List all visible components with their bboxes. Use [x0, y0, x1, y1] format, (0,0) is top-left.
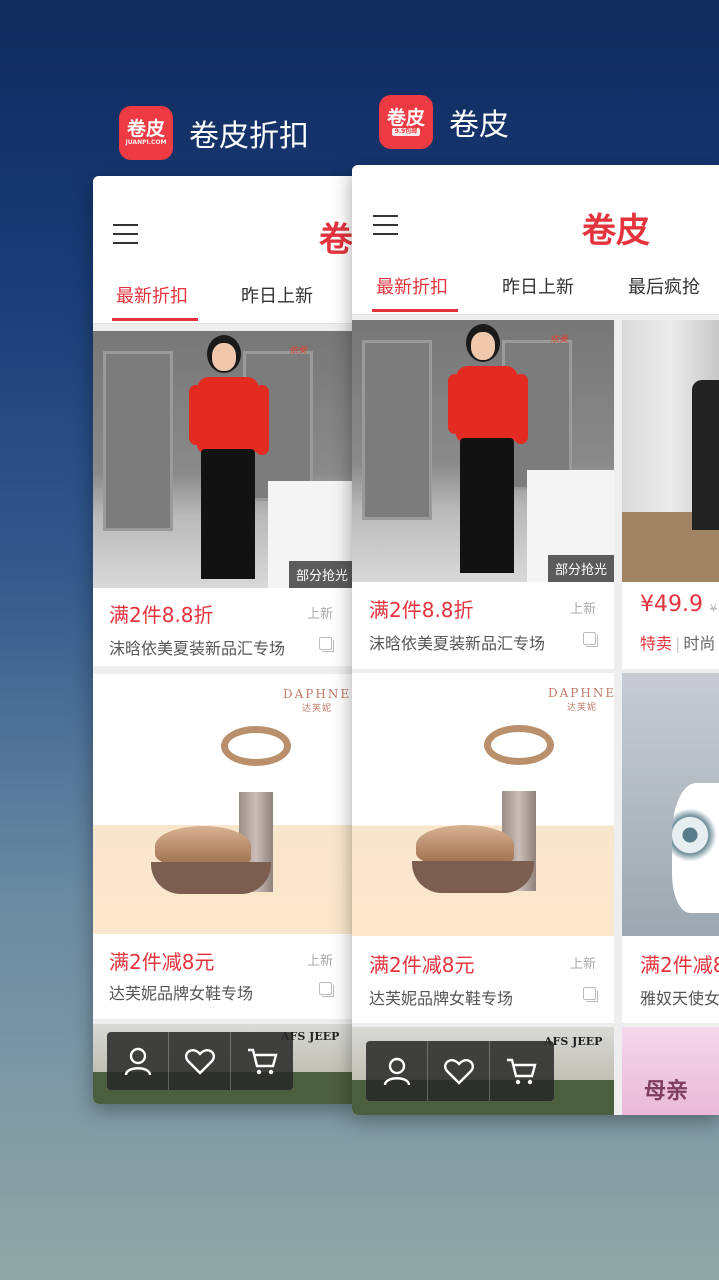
copy-icon[interactable]: [583, 987, 598, 1002]
promo-text: 满2件减8元: [109, 950, 215, 974]
app-name: 卷皮折扣: [189, 119, 309, 154]
tab-bar: 最新折扣 昨日上新: [93, 266, 355, 324]
tab-last-rush[interactable]: 最后疯抢: [628, 273, 700, 299]
product-image-woman-red-top[interactable]: 依美 部分抢光: [352, 320, 614, 582]
brand-stamp: 依美: [289, 346, 308, 356]
promo-text: 满2件8.8折: [369, 598, 474, 622]
copy-icon[interactable]: [319, 982, 334, 997]
new-label: 上新: [307, 607, 334, 622]
sold-out-badge: 部分抢光: [547, 555, 614, 582]
product-tile[interactable]: 母亲: [622, 1027, 719, 1115]
cart-button[interactable]: [231, 1032, 293, 1090]
juanpi-app-icon[interactable]: 卷皮 9.9包邮: [379, 95, 433, 149]
right-app-card[interactable]: 卷皮 最新折扣 昨日上新 最后疯抢 依美 部分抢光 满2件8.8折 上新 沫晗依…: [352, 165, 719, 1115]
left-app-header[interactable]: 卷皮 JUANPI.COM 卷皮折扣: [119, 106, 309, 160]
menu-icon[interactable]: [113, 224, 138, 244]
cart-icon: [507, 1058, 537, 1085]
product-title: 沫晗依美夏装新品汇专场: [369, 634, 546, 653]
bottom-action-bar: [366, 1041, 554, 1101]
promo-text: 满2件8.8折: [109, 603, 214, 627]
top-bar: 卷: [93, 176, 355, 266]
heart-icon: [443, 1059, 474, 1085]
product-tags: 特卖 | 时尚: [640, 634, 716, 653]
app-icon-text: 卷皮: [386, 107, 425, 129]
heart-icon: [184, 1049, 215, 1075]
right-app-header[interactable]: 卷皮 9.9包邮 卷皮: [379, 95, 509, 149]
brand-mark: DAPHNE 达芙妮: [548, 686, 614, 714]
bottom-action-bar: [107, 1032, 293, 1090]
new-label: 上新: [570, 602, 597, 617]
brand-stamp: 依美: [550, 335, 569, 345]
profile-button[interactable]: [107, 1032, 169, 1090]
app-icon-subtext: JUANPI.COM: [125, 139, 167, 146]
cart-icon: [248, 1048, 278, 1075]
cart-button[interactable]: [490, 1041, 552, 1101]
user-icon: [383, 1057, 410, 1086]
app-icon-text: 卷皮: [126, 118, 165, 140]
left-app-card[interactable]: 卷 最新折扣 昨日上新 依美 部分抢光 满2件8.8折 上新 沫晗依美夏装新品汇…: [93, 176, 355, 1104]
promo-text: 满2件减8: [640, 953, 719, 977]
app-name: 卷皮: [449, 108, 509, 143]
product-price: ¥49.9: [640, 592, 703, 617]
product-image-woman-red-top[interactable]: 依美 部分抢光: [93, 331, 355, 588]
menu-icon[interactable]: [373, 215, 398, 235]
product-tile[interactable]: DAPHNE 达芙妮 满2件减8元 上新 达芙妮品牌女鞋专场: [352, 673, 614, 1023]
favorites-button[interactable]: [428, 1041, 490, 1101]
product-title: 沫晗依美夏装新品汇专场: [109, 639, 286, 658]
top-bar: 卷皮: [352, 165, 719, 257]
product-title: 雅奴天使女: [640, 989, 719, 1008]
copy-icon[interactable]: [583, 632, 598, 647]
product-tile[interactable]: DAPHNE 达芙妮 满2件减8元 上新 达芙妮品牌女鞋专场: [93, 674, 355, 1019]
product-image-high-heel-sandal[interactable]: DAPHNE 达芙妮: [352, 673, 614, 936]
tab-yesterday-new[interactable]: 昨日上新: [502, 273, 574, 299]
brand-logo: 卷: [319, 220, 353, 260]
user-icon: [124, 1047, 151, 1076]
copy-icon[interactable]: [319, 637, 334, 652]
product-title: 达芙妮品牌女鞋专场: [109, 984, 254, 1003]
brand-mark: DAPHNE 达芙妮: [283, 687, 352, 715]
new-label: 上新: [570, 957, 597, 972]
product-tile[interactable]: 满2件减8 雅奴天使女: [622, 673, 719, 1023]
brand-logo: 卷皮: [582, 211, 650, 251]
tab-yesterday-new[interactable]: 昨日上新: [241, 282, 313, 308]
product-tile[interactable]: 依美 部分抢光 满2件8.8折 上新 沫晗依美夏装新品汇专场: [93, 331, 355, 666]
new-label: 上新: [307, 954, 334, 969]
favorites-button[interactable]: [169, 1032, 231, 1090]
product-title: 达芙妮品牌女鞋专场: [369, 989, 514, 1008]
product-image-high-heel-sandal[interactable]: DAPHNE 达芙妮: [93, 674, 355, 934]
product-image-floral-dress[interactable]: [622, 673, 719, 936]
app-icon-subtext: 9.9包邮: [391, 128, 421, 136]
active-tab-underline: [112, 318, 198, 321]
sold-out-badge: 部分抢光: [288, 561, 355, 588]
tab-latest-discount[interactable]: 最新折扣: [376, 273, 448, 299]
product-image-store[interactable]: [622, 320, 719, 582]
tab-bar: 最新折扣 昨日上新 最后疯抢: [352, 257, 719, 315]
promo-text: 满2件减8元: [369, 953, 475, 977]
original-price: ¥: [710, 602, 717, 615]
profile-button[interactable]: [366, 1041, 428, 1101]
juanpi-discount-app-icon[interactable]: 卷皮 JUANPI.COM: [119, 106, 173, 160]
banner-text: 母亲: [644, 1078, 689, 1104]
active-tab-underline: [372, 309, 458, 312]
product-image-pink-banner[interactable]: 母亲: [622, 1027, 719, 1115]
product-tile[interactable]: 依美 部分抢光 满2件8.8折 上新 沫晗依美夏装新品汇专场: [352, 320, 614, 669]
product-tile[interactable]: ¥49.9 ¥ 特卖 | 时尚: [622, 320, 719, 669]
tab-latest-discount[interactable]: 最新折扣: [116, 282, 188, 308]
